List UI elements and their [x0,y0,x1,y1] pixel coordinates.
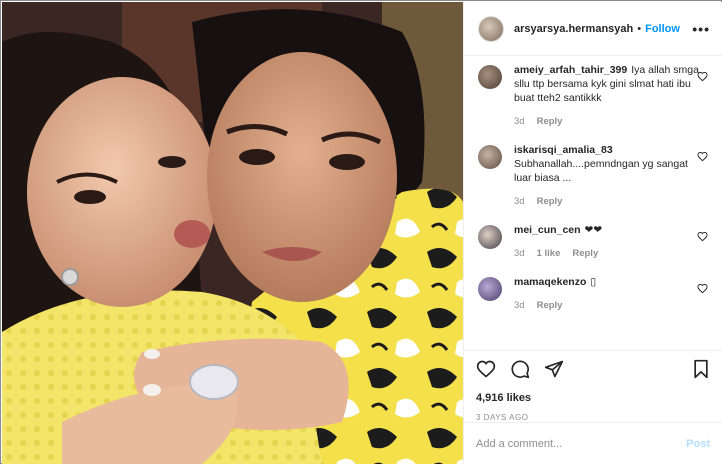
comment-body: mamaqekenzo ▯ 3d Reply [514,275,704,313]
comment-meta: 3d 1 like Reply [514,247,704,261]
comment-meta: 3d Reply [514,299,704,313]
post-photo[interactable] [2,2,463,464]
commenter-username[interactable]: mei_cun_cen [514,224,581,236]
commenter-avatar[interactable] [478,225,502,249]
commenter-username[interactable]: mamaqekenzo [514,276,586,288]
separator-dot: • [637,22,642,35]
comment-body: iskarisqi_amalia_83 Subhanallah....pemndn… [514,143,704,209]
share-send-icon[interactable] [544,359,564,379]
comment-like-heart-icon[interactable] [697,231,708,242]
comment-text: ▯ [590,276,597,288]
comment-like-heart-icon[interactable] [697,71,708,82]
comment-age[interactable]: 3d [514,195,525,209]
like-count[interactable]: 4,916 likes [476,392,710,404]
like-heart-icon[interactable] [476,359,496,379]
comment-item: ameiy_arfah_tahir_399 Iya allah smga sllu… [478,63,710,129]
add-comment-bar: Post [464,422,722,464]
author-avatar[interactable] [478,15,504,42]
comment-age[interactable]: 3d [514,115,525,129]
commenter-avatar[interactable] [478,277,502,301]
post-timestamp[interactable]: 3 DAYS AGO [476,413,710,422]
post-side-panel: arsyarsya.hermansyah • Follow ••• ameiy_… [463,2,722,464]
commenter-avatar[interactable] [478,145,502,169]
reply-button[interactable]: Reply [537,299,563,313]
comment-like-count[interactable]: 1 like [537,247,561,261]
comment-age[interactable]: 3d [514,299,525,313]
comment-text: Subhanallah....pemndngan yg sangat luar … [514,158,688,184]
post-photo-image [2,2,463,464]
comment-item: mei_cun_cen ❤❤ 3d 1 like Reply [478,223,710,261]
comment-meta: 3d Reply [514,115,704,129]
comment-like-heart-icon[interactable] [697,283,708,294]
commenter-username[interactable]: iskarisqi_amalia_83 [514,144,613,156]
add-comment-input[interactable] [476,437,687,450]
comment-item: iskarisqi_amalia_83 Subhanallah....pemndn… [478,143,710,209]
action-icons [476,359,710,379]
reply-button[interactable]: Reply [537,115,563,129]
more-options-icon[interactable]: ••• [692,21,710,37]
post-header: arsyarsya.hermansyah • Follow ••• [464,2,722,56]
post-actions: 4,916 likes 3 DAYS AGO [464,350,722,422]
comment-text: ❤❤ [584,224,603,236]
comment-body: ameiy_arfah_tahir_399 Iya allah smga sllu… [514,63,704,129]
follow-button[interactable]: Follow [645,23,680,35]
save-bookmark-icon[interactable] [692,359,710,379]
comment-age[interactable]: 3d [514,247,525,261]
comments-list[interactable]: ameiy_arfah_tahir_399 Iya allah smga sllu… [464,57,722,350]
author-username[interactable]: arsyarsya.hermansyah [514,23,633,35]
comment-meta: 3d Reply [514,195,704,209]
commenter-username[interactable]: ameiy_arfah_tahir_399 [514,64,627,76]
instagram-post-window: arsyarsya.hermansyah • Follow ••• ameiy_… [0,0,722,464]
reply-button[interactable]: Reply [572,247,598,261]
comment-bubble-icon[interactable] [510,359,530,379]
comment-like-heart-icon[interactable] [697,151,708,162]
post-comment-button[interactable]: Post [686,438,710,450]
commenter-avatar[interactable] [478,65,502,89]
comment-body: mei_cun_cen ❤❤ 3d 1 like Reply [514,223,704,261]
reply-button[interactable]: Reply [537,195,563,209]
comment-item: mamaqekenzo ▯ 3d Reply [478,275,710,313]
